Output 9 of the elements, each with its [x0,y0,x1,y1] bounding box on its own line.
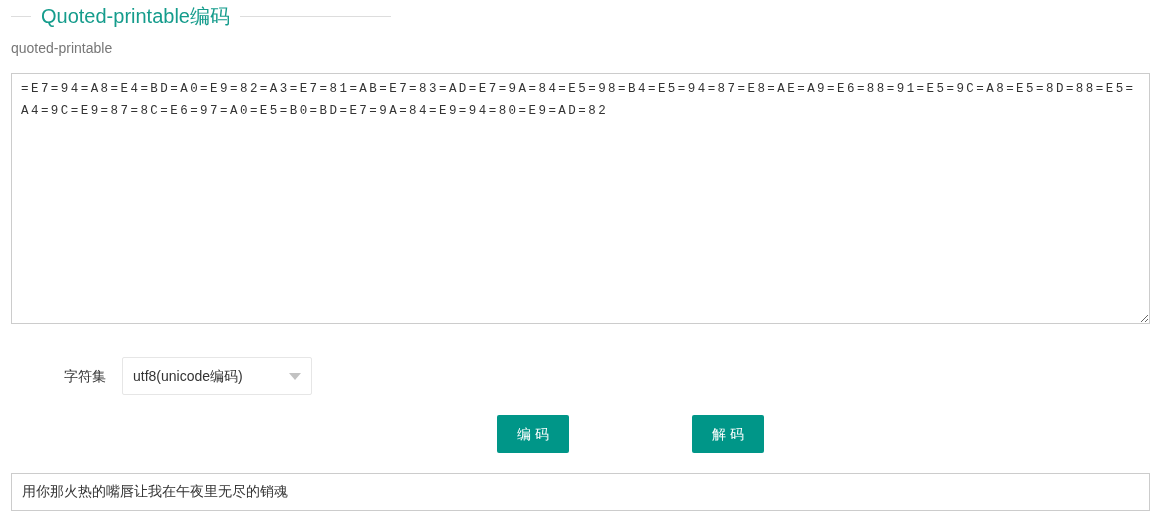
charset-select[interactable]: utf8(unicode编码) [122,357,312,395]
section-title: Quoted-printable编码 [41,4,230,28]
charset-label: 字符集 [64,366,106,386]
decode-button[interactable]: 解 码 [692,415,764,453]
input-textarea[interactable]: =E7=94=A8=E4=BD=A0=E9=82=A3=E7=81=AB=E7=83=AD=E7=9A=84=E5=98=B4=E5=94=87=E8=AE=A9=E6=88=91=E5=9C=A8=E5=8D=88=E5=A4=9C=E9=87=8C=E6=97=A0=E5=B0=BD=E7=9A=84=E9=94=80=E9=AD=82 [11,73,1150,324]
encode-button[interactable]: 编 码 [497,415,569,453]
subtitle: quoted-printable [11,39,114,58]
caret-icon [289,372,301,380]
output-field[interactable]: 用你那火热的嘴唇让我在午夜里无尽的销魂 [11,473,1150,511]
